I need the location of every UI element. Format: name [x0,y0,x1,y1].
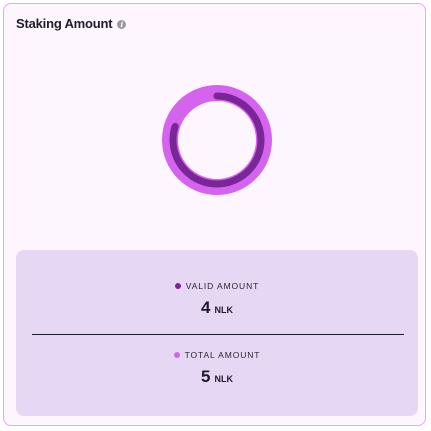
staking-donut-chart [161,84,273,196]
donut-svg [162,85,272,195]
total-amount-label: TOTAL AMOUNT [184,350,261,360]
valid-amount-unit: NLK [214,305,233,315]
total-amount-value: 5 [201,367,211,386]
valid-legend-dot [174,283,181,289]
card-header: Staking Amount i [16,16,127,31]
staking-amount-card: Staking Amount i VALID AMOUNT 4 NLK TOTA… [3,3,426,426]
total-legend-dot [173,352,180,358]
valid-amount-value: 4 [201,298,211,317]
divider [32,334,404,335]
valid-amount-label-row: VALID AMOUNT [16,281,418,291]
stats-panel: VALID AMOUNT 4 NLK TOTAL AMOUNT 5 NLK [16,250,418,416]
valid-amount-label: VALID AMOUNT [185,281,260,291]
valid-amount-value-row: 4 NLK [16,298,418,318]
valid-amount-stat: VALID AMOUNT 4 NLK [16,281,418,318]
total-amount-label-row: TOTAL AMOUNT [16,350,418,360]
card-title: Staking Amount [16,16,113,31]
info-icon[interactable]: i [117,19,127,29]
total-amount-unit: NLK [214,374,233,384]
total-amount-stat: TOTAL AMOUNT 5 NLK [16,350,418,387]
total-amount-value-row: 5 NLK [16,367,418,387]
